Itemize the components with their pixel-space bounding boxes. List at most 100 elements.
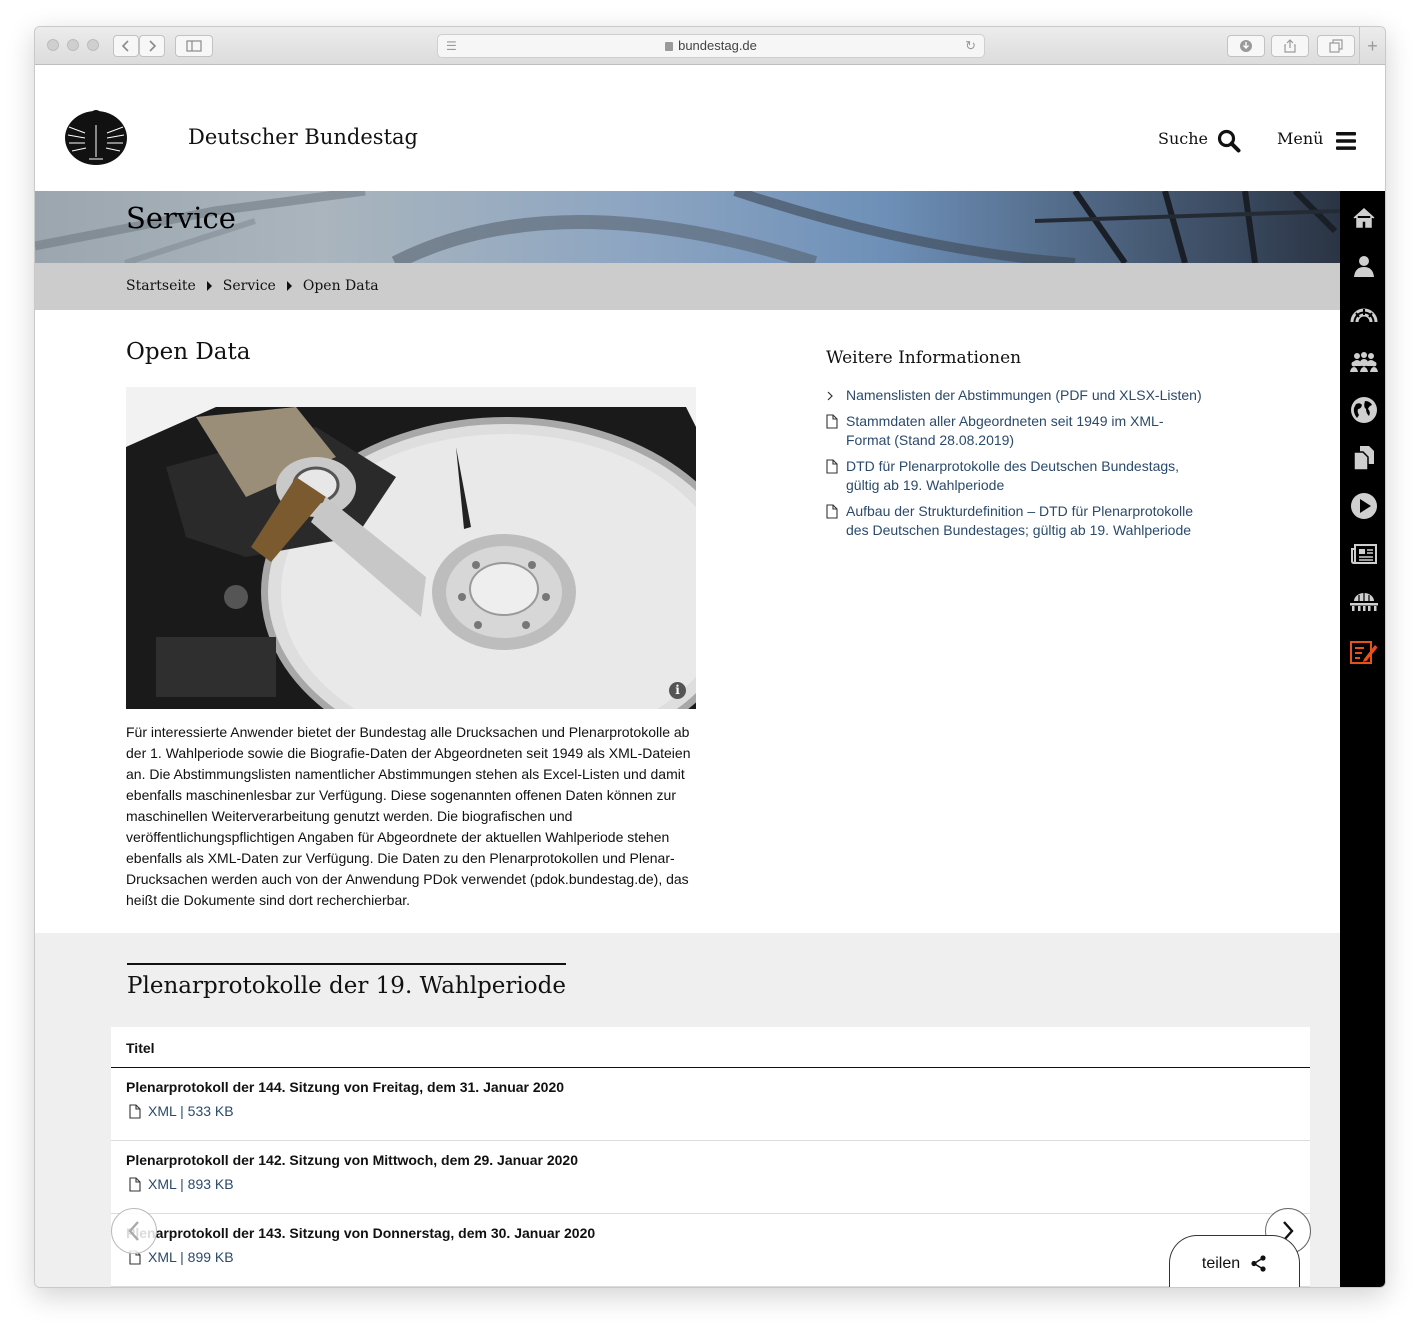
bundesadler-logo[interactable] xyxy=(63,107,129,167)
xml-download-link[interactable]: XML | 899 KB xyxy=(126,1249,1310,1265)
reader-icon[interactable]: ☰ xyxy=(446,39,457,53)
share-nodes-icon xyxy=(1251,1255,1266,1272)
close-window-button[interactable] xyxy=(47,39,59,51)
chevron-right-icon xyxy=(827,391,833,401)
weitere-informationen-list: Namenslisten der Abstimmungen (PDF und X… xyxy=(826,386,1206,547)
downloads-button[interactable] xyxy=(1227,35,1265,57)
home-icon xyxy=(1353,207,1375,228)
file-icon xyxy=(129,1103,141,1119)
tabs-icon xyxy=(1329,39,1343,53)
edit-icon xyxy=(1350,641,1378,664)
intro-paragraph: Für interessierte Anwender bietet der Bu… xyxy=(126,724,691,908)
xml-download-link[interactable]: XML | 893 KB xyxy=(126,1176,1310,1192)
row-title: Plenarprotokoll der 143. Sitzung von Don… xyxy=(126,1225,596,1241)
chevron-right-icon xyxy=(149,40,157,52)
sidebar-item-international[interactable] xyxy=(1349,395,1379,425)
image-info-icon[interactable]: i xyxy=(669,682,686,699)
browser-toolbar: ☰ bundestag.de ↻ + xyxy=(35,27,1385,65)
file-icon xyxy=(129,1176,141,1192)
file-icon xyxy=(826,459,838,474)
table-row: Plenarprotokoll der 142. Sitzung von Mit… xyxy=(111,1141,1310,1214)
sidebar-item-besuch[interactable] xyxy=(1349,587,1379,617)
plenary-icon xyxy=(1350,308,1378,323)
plenarprotokolle-heading: Plenarprotokolle der 19. Wahlperiode xyxy=(127,973,566,999)
breadcrumb: Startseite Service Open Data xyxy=(35,263,1340,310)
hard-drive-illustration xyxy=(126,387,696,709)
row-title: Plenarprotokoll der 144. Sitzung von Fre… xyxy=(126,1079,565,1095)
file-icon xyxy=(826,414,838,429)
xml-link-label: XML | 893 KB xyxy=(148,1176,234,1192)
sidebar-toggle-button[interactable] xyxy=(175,35,213,57)
carousel-prev-button[interactable] xyxy=(111,1208,157,1254)
forward-button[interactable] xyxy=(139,35,165,57)
sidebar-item-mediathek[interactable] xyxy=(1349,491,1379,521)
link-dtd-plenarprotokolle[interactable]: DTD für Plenarprotokolle des Deutschen B… xyxy=(846,458,1179,493)
link-aufbau-strukturdefinition[interactable]: Aufbau der Strukturdefinition – DTD für … xyxy=(846,503,1193,538)
sidebar-item-mitmachen[interactable] xyxy=(1349,637,1379,667)
new-tab-button[interactable]: + xyxy=(1359,27,1385,65)
search-label: Suche xyxy=(1158,129,1208,148)
list-item[interactable]: DTD für Plenarprotokolle des Deutschen B… xyxy=(826,457,1206,495)
link-namenslisten[interactable]: Namenslisten der Abstimmungen (PDF und X… xyxy=(846,387,1202,403)
browser-window: ☰ bundestag.de ↻ + Deutscher Bundestag S… xyxy=(34,26,1386,1288)
share-button[interactable]: teilen xyxy=(1169,1235,1300,1287)
back-button[interactable] xyxy=(113,35,139,57)
breadcrumb-item-service[interactable]: Service xyxy=(223,278,276,294)
content-title: Open Data xyxy=(126,339,251,365)
chevron-left-icon xyxy=(121,40,129,52)
share-label: teilen xyxy=(1201,1254,1241,1272)
xml-download-link[interactable]: XML | 533 KB xyxy=(126,1103,1310,1119)
address-bar[interactable]: ☰ bundestag.de ↻ xyxy=(437,34,985,58)
hard-drive-image: i xyxy=(126,387,696,709)
breadcrumb-separator-icon xyxy=(286,281,292,291)
documents-icon xyxy=(1353,446,1374,471)
download-icon xyxy=(1240,40,1252,52)
site-header: Deutscher Bundestag Suche Menü xyxy=(35,71,1385,191)
weitere-informationen-heading: Weitere Informationen xyxy=(826,348,1022,368)
globe-icon xyxy=(1351,397,1377,423)
play-icon xyxy=(1351,493,1377,519)
sidebar-item-dokumente[interactable] xyxy=(1349,443,1379,473)
building-icon xyxy=(1350,593,1378,611)
search-icon[interactable] xyxy=(1217,129,1241,153)
sidebar-item-home[interactable] xyxy=(1349,203,1379,233)
site-title[interactable]: Deutscher Bundestag xyxy=(188,125,418,149)
quick-nav-sidebar xyxy=(1340,191,1385,1287)
zoom-window-button[interactable] xyxy=(87,39,99,51)
link-stammdaten[interactable]: Stammdaten aller Abgeordneten seit 1949 … xyxy=(846,413,1164,448)
sidebar-item-presse[interactable] xyxy=(1349,539,1379,569)
section-heading-wrap: Plenarprotokolle der 19. Wahlperiode xyxy=(127,963,566,999)
menu-link[interactable]: Menü xyxy=(1277,129,1323,148)
person-icon xyxy=(1354,256,1374,277)
table-row: Plenarprotokoll der 143. Sitzung von Don… xyxy=(111,1214,1310,1287)
tabs-overview-button[interactable] xyxy=(1317,35,1355,57)
breadcrumb-item-open-data: Open Data xyxy=(302,278,379,294)
list-item[interactable]: Namenslisten der Abstimmungen (PDF und X… xyxy=(826,386,1206,405)
breadcrumb-separator-icon xyxy=(206,281,212,291)
group-icon xyxy=(1350,352,1378,372)
sidebar-item-plenum[interactable] xyxy=(1349,299,1379,329)
plenarprotokolle-section: Plenarprotokolle der 19. Wahlperiode Tit… xyxy=(35,933,1340,1287)
sidebar-item-ausschuesse[interactable] xyxy=(1349,347,1379,377)
hamburger-icon[interactable] xyxy=(1335,131,1357,151)
menu-label: Menü xyxy=(1277,129,1324,148)
list-item[interactable]: Stammdaten aller Abgeordneten seit 1949 … xyxy=(826,412,1206,450)
share-icon xyxy=(1284,39,1296,53)
hero-banner: Service xyxy=(35,191,1340,263)
xml-link-label: XML | 899 KB xyxy=(148,1249,234,1265)
sidebar-item-abgeordnete[interactable] xyxy=(1349,251,1379,281)
newspaper-icon xyxy=(1351,544,1377,564)
share-page-button[interactable] xyxy=(1271,35,1309,57)
lock-icon xyxy=(665,42,674,51)
xml-link-label: XML | 533 KB xyxy=(148,1103,234,1119)
table-row: Plenarprotokoll der 144. Sitzung von Fre… xyxy=(111,1068,1310,1141)
page-section-title: Service xyxy=(126,201,236,235)
search-link[interactable]: Suche xyxy=(1158,129,1208,148)
reload-icon[interactable]: ↻ xyxy=(965,35,976,57)
sidebar-icon xyxy=(186,40,202,52)
chevron-left-icon xyxy=(128,1221,139,1241)
breadcrumb-item-startseite[interactable]: Startseite xyxy=(126,278,196,294)
list-item[interactable]: Aufbau der Strukturdefinition – DTD für … xyxy=(826,502,1206,540)
minimize-window-button[interactable] xyxy=(67,39,79,51)
table-header-titel[interactable]: Titel xyxy=(111,1027,1310,1068)
